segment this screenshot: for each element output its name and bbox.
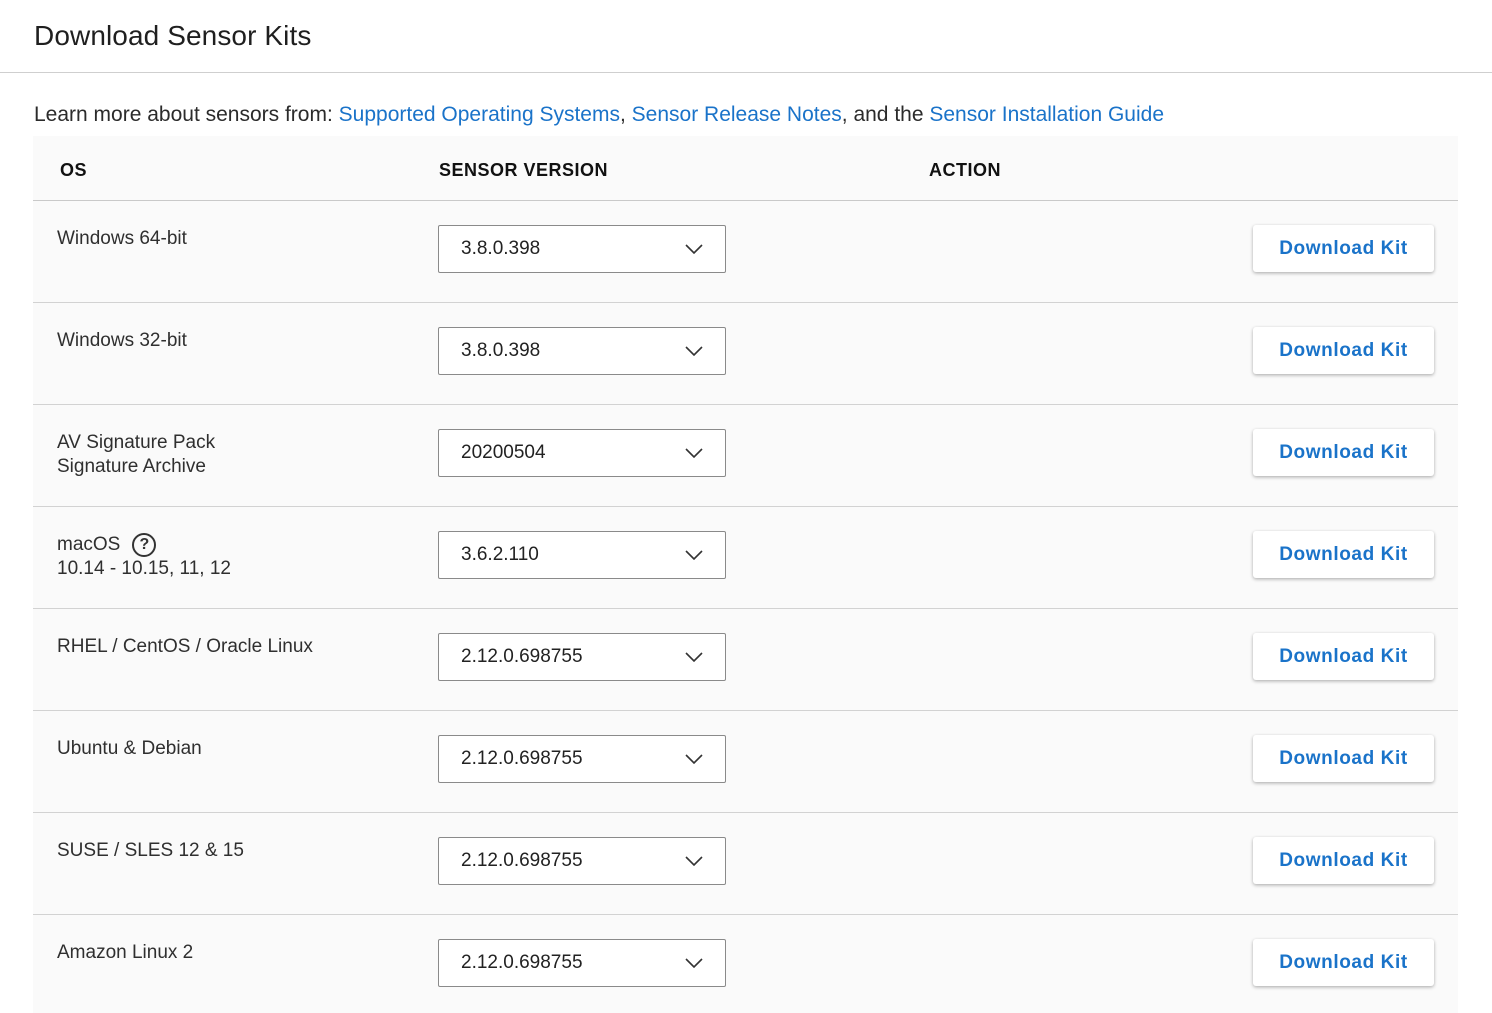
os-subtitle: Signature Archive bbox=[57, 456, 206, 477]
os-name: Windows 64-bit bbox=[57, 228, 187, 249]
chevron-down-icon bbox=[685, 754, 703, 764]
os-name: RHEL / CentOS / Oracle Linux bbox=[57, 636, 313, 657]
os-cell: Amazon Linux 2 bbox=[57, 941, 193, 965]
download-kit-button[interactable]: Download Kit bbox=[1253, 429, 1434, 476]
table-header: OS SENSOR VERSION ACTION bbox=[33, 136, 1458, 201]
header-sensor-version: SENSOR VERSION bbox=[439, 160, 609, 180]
download-kit-button[interactable]: Download Kit bbox=[1253, 633, 1434, 680]
installation-guide-link[interactable]: Sensor Installation Guide bbox=[929, 103, 1164, 126]
intro-separator: , bbox=[619, 103, 632, 126]
os-subtitle: 10.14 - 10.15, 11, 12 bbox=[57, 558, 231, 579]
download-kit-button[interactable]: Download Kit bbox=[1253, 327, 1434, 374]
page-header: Download Sensor Kits bbox=[0, 0, 1492, 73]
chevron-down-icon bbox=[685, 958, 703, 968]
sensor-version-select[interactable]: 2.12.0.698755 bbox=[438, 633, 726, 681]
selected-version: 3.8.0.398 bbox=[461, 238, 541, 259]
download-kit-button[interactable]: Download Kit bbox=[1253, 837, 1434, 884]
chevron-down-icon bbox=[685, 652, 703, 662]
os-name: Ubuntu & Debian bbox=[57, 738, 202, 759]
table-row: macOS ? 10.14 - 10.15, 11, 12 3.6.2.110 … bbox=[33, 507, 1458, 609]
selected-version: 3.8.0.398 bbox=[461, 340, 541, 361]
sensor-version-select[interactable]: 2.12.0.698755 bbox=[438, 735, 726, 783]
chevron-down-icon bbox=[685, 346, 703, 356]
header-os: OS bbox=[60, 160, 88, 180]
os-name: AV Signature Pack bbox=[57, 432, 216, 453]
sensor-version-select[interactable]: 3.8.0.398 bbox=[438, 225, 726, 273]
selected-version: 2.12.0.698755 bbox=[461, 850, 583, 871]
os-cell: AV Signature Pack Signature Archive bbox=[57, 431, 215, 479]
intro-separator: , and the bbox=[841, 103, 930, 126]
os-cell: macOS ? 10.14 - 10.15, 11, 12 bbox=[57, 533, 231, 581]
os-cell: SUSE / SLES 12 & 15 bbox=[57, 839, 244, 863]
selected-version: 2.12.0.698755 bbox=[461, 646, 583, 667]
table-row: Windows 64-bit 3.8.0.398 Download Kit bbox=[33, 201, 1458, 303]
table-row: Windows 32-bit 3.8.0.398 Download Kit bbox=[33, 303, 1458, 405]
table-row: Ubuntu & Debian 2.12.0.698755 Download K… bbox=[33, 711, 1458, 813]
header-action: ACTION bbox=[929, 160, 1001, 180]
intro-text: Learn more about sensors from: Supported… bbox=[34, 103, 1164, 127]
chevron-down-icon bbox=[685, 244, 703, 254]
chevron-down-icon bbox=[685, 448, 703, 458]
os-name: SUSE / SLES 12 & 15 bbox=[57, 840, 244, 861]
sensor-version-select[interactable]: 3.6.2.110 bbox=[438, 531, 726, 579]
download-kit-button[interactable]: Download Kit bbox=[1253, 225, 1434, 272]
sensor-version-select[interactable]: 3.8.0.398 bbox=[438, 327, 726, 375]
sensor-version-select[interactable]: 2.12.0.698755 bbox=[438, 837, 726, 885]
help-icon[interactable]: ? bbox=[132, 533, 157, 557]
sensor-kits-table: OS SENSOR VERSION ACTION Windows 64-bit … bbox=[33, 136, 1458, 1013]
selected-version: 2.12.0.698755 bbox=[461, 952, 583, 973]
os-name: Windows 32-bit bbox=[57, 330, 187, 351]
os-cell: Ubuntu & Debian bbox=[57, 737, 202, 761]
supported-os-link[interactable]: Supported Operating Systems bbox=[339, 103, 620, 126]
selected-version: 2.12.0.698755 bbox=[461, 748, 583, 769]
os-name: macOS bbox=[57, 534, 121, 555]
os-cell: Windows 64-bit bbox=[57, 227, 187, 251]
chevron-down-icon bbox=[685, 550, 703, 560]
release-notes-link[interactable]: Sensor Release Notes bbox=[632, 103, 842, 126]
os-name: Amazon Linux 2 bbox=[57, 942, 194, 963]
chevron-down-icon bbox=[685, 856, 703, 866]
os-cell: Windows 32-bit bbox=[57, 329, 187, 353]
sensor-version-select[interactable]: 20200504 bbox=[438, 429, 726, 477]
download-kit-button[interactable]: Download Kit bbox=[1253, 735, 1434, 782]
sensor-version-select[interactable]: 2.12.0.698755 bbox=[438, 939, 726, 987]
table-row: AV Signature Pack Signature Archive 2020… bbox=[33, 405, 1458, 507]
download-kit-button[interactable]: Download Kit bbox=[1253, 939, 1434, 986]
selected-version: 3.6.2.110 bbox=[461, 544, 539, 565]
os-cell: RHEL / CentOS / Oracle Linux bbox=[57, 635, 313, 659]
page-title: Download Sensor Kits bbox=[34, 20, 312, 51]
download-kit-button[interactable]: Download Kit bbox=[1253, 531, 1434, 578]
table-row: Amazon Linux 2 2.12.0.698755 Download Ki… bbox=[33, 915, 1458, 1013]
table-row: SUSE / SLES 12 & 15 2.12.0.698755 Downlo… bbox=[33, 813, 1458, 915]
table-row: RHEL / CentOS / Oracle Linux 2.12.0.6987… bbox=[33, 609, 1458, 711]
intro-prefix: Learn more about sensors from: bbox=[34, 103, 339, 126]
os-name-line: macOS ? bbox=[57, 533, 231, 557]
selected-version: 20200504 bbox=[461, 442, 546, 463]
